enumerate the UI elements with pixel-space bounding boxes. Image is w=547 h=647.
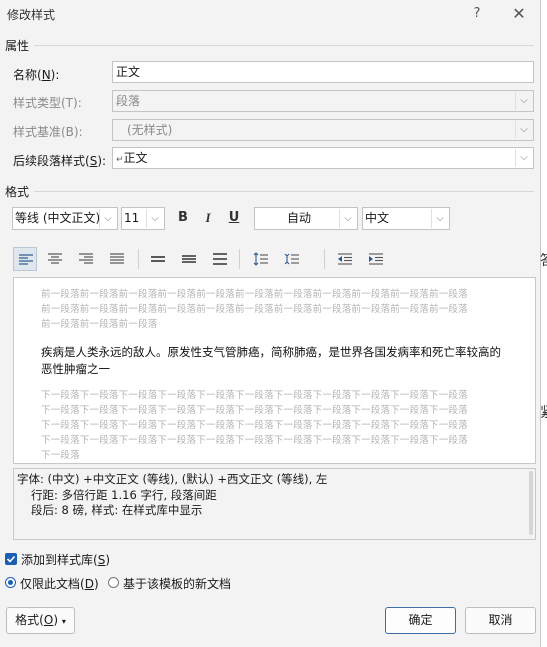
chevron-down-icon[interactable]: ⌵: [146, 209, 163, 228]
dialog-title: 修改样式: [7, 8, 56, 22]
line-spacing-one-half-icon: [182, 255, 196, 263]
space-before-increase-button[interactable]: [249, 247, 273, 271]
line-spacing-single-button[interactable]: [146, 247, 170, 271]
bold-button[interactable]: B: [174, 209, 192, 227]
caret-down-icon: ▾: [61, 617, 66, 626]
modify-style-dialog: 修改样式 ? ✕ 属性 名称(N): 正文 样式类型(T): 段落 ⌵ 样式基准…: [0, 0, 541, 647]
align-left-icon: [19, 254, 33, 265]
ok-button[interactable]: 确定: [385, 607, 456, 634]
sample-line: 恶性肿瘤之一: [41, 362, 110, 376]
chevron-down-icon[interactable]: ⌵: [339, 209, 356, 228]
italic-button[interactable]: I: [199, 209, 217, 227]
add-to-gallery-checkbox[interactable]: [5, 553, 17, 565]
only-this-document-radio[interactable]: [5, 577, 16, 588]
increase-indent-icon: [369, 253, 383, 265]
description-line: 段后: 8 磅, 样式: 在样式库中显示: [31, 503, 203, 517]
preview-line: 下一段落: [41, 450, 80, 461]
align-left-button[interactable]: [13, 247, 37, 271]
align-right-button[interactable]: [74, 247, 98, 271]
background-document-glyph: 紧: [540, 402, 547, 422]
properties-divider: [34, 45, 534, 46]
line-spacing-single-icon: [151, 256, 165, 262]
description-line: 行距: 多倍行距 1.16 字行, 段落间距: [31, 487, 217, 502]
toolbar-separator: [324, 249, 325, 269]
toolbar-separator: [239, 249, 240, 269]
chevron-down-icon[interactable]: ⌵: [515, 149, 532, 167]
sample-paragraph-text: 疾病是人类永远的敌人。原发性支气管肺癌，简称肺癌，是世界各国发病率和死亡率较高的…: [41, 344, 516, 378]
style-type-select: 段落 ⌵: [112, 90, 534, 112]
decrease-indent-icon: [338, 253, 352, 265]
script-select[interactable]: 中文 ⌵: [362, 207, 450, 230]
format-menu-button[interactable]: 格式(O) ▾: [6, 607, 75, 634]
style-type-value: 段落: [116, 94, 141, 108]
chevron-down-icon[interactable]: ⌵: [431, 209, 448, 228]
next-paragraph-text: 下一段落下一段落下一段落下一段落下一段落下一段落下一段落下一段落下一段落下一段落…: [41, 388, 511, 463]
help-button[interactable]: ?: [467, 4, 487, 24]
style-based-value: (无样式): [127, 123, 173, 137]
font-select[interactable]: 等线 (中文正文) ⌵: [12, 207, 118, 230]
script-value: 中文: [365, 211, 390, 225]
add-to-gallery-label[interactable]: 添加到样式库(S): [21, 551, 110, 568]
font-size-value: 11: [124, 211, 140, 225]
background-document-edge: [541, 0, 547, 647]
line-spacing-double-icon: [213, 253, 227, 265]
next-style-select[interactable]: ↵正文 ⌵: [112, 147, 534, 169]
style-description: 字体: (中文) +中文正文 (等线), (默认) +西文正文 (等线), 左 …: [13, 468, 536, 540]
align-center-icon: [48, 253, 62, 264]
line-spacing-one-half-button[interactable]: [177, 247, 201, 271]
toolbar-separator: [138, 249, 139, 269]
font-size-select[interactable]: 11 ⌵: [121, 207, 165, 230]
background-document-glyph: 答: [540, 250, 547, 270]
style-based-label: 样式基准(B):: [13, 125, 83, 139]
style-type-label: 样式类型(T):: [13, 96, 82, 110]
font-value: 等线 (中文正文): [15, 211, 101, 225]
format-header: 格式: [5, 185, 30, 199]
preview-line: 前一段落前一段落前一段落: [41, 319, 158, 330]
format-divider: [34, 191, 534, 192]
preview-line: 下一段落下一段落下一段落下一段落下一段落下一段落下一段落下一段落下一段落下一段落…: [41, 405, 468, 416]
next-style-value: 正文: [123, 151, 148, 165]
chevron-down-icon[interactable]: ⌵: [99, 209, 116, 228]
underline-button[interactable]: U: [225, 209, 243, 227]
preview-line: 前一段落前一段落前一段落前一段落前一段落前一段落前一段落前一段落前一段落前一段落…: [41, 304, 468, 315]
space-before-decrease-button[interactable]: [280, 247, 304, 271]
preview-line: 下一段落下一段落下一段落下一段落下一段落下一段落下一段落下一段落下一段落下一段落…: [41, 390, 468, 401]
font-color-value: 自动: [286, 211, 311, 225]
align-right-icon: [79, 253, 93, 264]
new-documents-template-label[interactable]: 基于该模板的新文档: [123, 575, 231, 592]
space-before-decrease-icon: [284, 253, 299, 265]
font-color-select[interactable]: 自动 ⌵: [254, 207, 358, 230]
align-center-button[interactable]: [43, 247, 67, 271]
justify-icon: [110, 253, 124, 264]
previous-paragraph-text: 前一段落前一段落前一段落前一段落前一段落前一段落前一段落前一段落前一段落前一段落…: [41, 287, 511, 332]
checkmark-icon: [6, 555, 16, 563]
style-preview-pane: 前一段落前一段落前一段落前一段落前一段落前一段落前一段落前一段落前一段落前一段落…: [13, 277, 536, 464]
increase-indent-button[interactable]: [364, 247, 388, 271]
name-label: 名称(N):: [13, 68, 60, 82]
preview-line: 下一段落下一段落下一段落下一段落下一段落下一段落下一段落下一段落下一段落下一段落…: [41, 435, 468, 446]
style-based-select: (无样式) ⌵: [112, 119, 534, 141]
justify-button[interactable]: [105, 247, 129, 271]
cancel-button[interactable]: 取消: [465, 607, 536, 634]
sample-line: 疾病是人类永远的敌人。原发性支气管肺癌，简称肺癌，是世界各国发病率和死亡率较高的: [41, 345, 501, 359]
paragraph-mark-icon: ↵: [116, 155, 124, 165]
preview-line: 下一段落下一段落下一段落下一段落下一段落下一段落下一段落下一段落下一段落下一段落…: [41, 420, 468, 431]
next-style-label: 后续段落样式(S):: [13, 154, 107, 168]
description-scrollbar[interactable]: [529, 471, 533, 535]
chevron-down-icon: ⌵: [515, 92, 532, 110]
chevron-down-icon: ⌵: [515, 121, 532, 139]
only-this-document-label[interactable]: 仅限此文档(D): [20, 575, 99, 592]
close-button[interactable]: ✕: [508, 4, 530, 24]
name-field[interactable]: 正文: [112, 61, 534, 83]
title-bar: 修改样式 ? ✕: [0, 0, 540, 28]
properties-header: 属性: [5, 39, 30, 53]
line-spacing-double-button[interactable]: [208, 247, 232, 271]
preview-line: 前一段落前一段落前一段落前一段落前一段落前一段落前一段落前一段落前一段落前一段落…: [41, 289, 468, 300]
decrease-indent-button[interactable]: [333, 247, 357, 271]
new-documents-template-radio[interactable]: [108, 577, 119, 588]
description-line: 字体: (中文) +中文正文 (等线), (默认) +西文正文 (等线), 左: [17, 472, 328, 486]
space-before-increase-icon: [253, 252, 268, 266]
